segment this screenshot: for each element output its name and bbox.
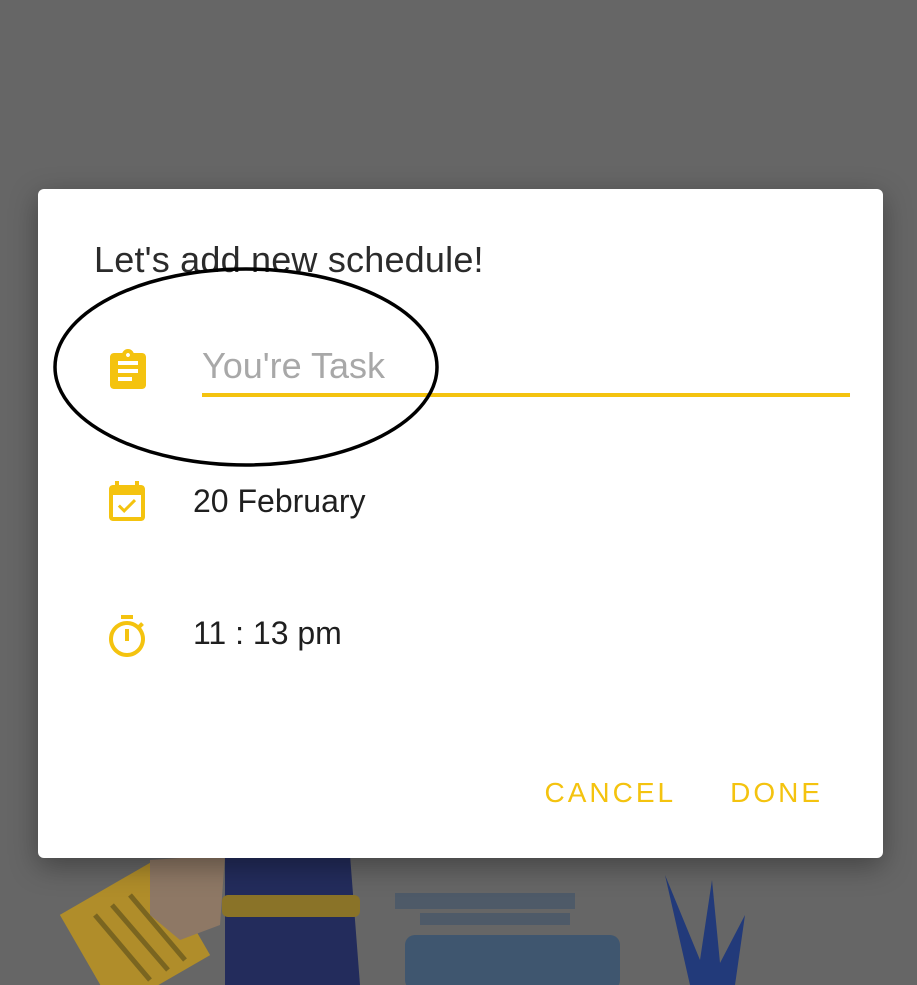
stopwatch-icon[interactable] bbox=[103, 613, 151, 661]
typewriter-body-illustration bbox=[405, 935, 620, 985]
typewriter-roll-illustration bbox=[420, 913, 570, 925]
add-schedule-dialog: Let's add new schedule! 20 February 11 :… bbox=[38, 189, 883, 858]
watch-band-illustration bbox=[222, 895, 360, 917]
plant-illustration bbox=[665, 875, 745, 985]
time-value[interactable]: 11 : 13 pm bbox=[193, 615, 342, 652]
background-illustration bbox=[59, 855, 745, 985]
dialog-title: Let's add new schedule! bbox=[94, 239, 484, 280]
dialog-actions: CANCEL DONE bbox=[545, 777, 824, 809]
calendar-check-icon[interactable] bbox=[103, 479, 151, 527]
date-value[interactable]: 20 February bbox=[193, 483, 366, 520]
cancel-button[interactable]: CANCEL bbox=[545, 777, 677, 809]
typewriter-top-illustration bbox=[395, 893, 575, 909]
task-input[interactable] bbox=[202, 339, 850, 397]
done-button[interactable]: DONE bbox=[730, 777, 823, 809]
person-sleeve-illustration bbox=[225, 855, 360, 985]
clipboard-icon bbox=[110, 349, 146, 389]
